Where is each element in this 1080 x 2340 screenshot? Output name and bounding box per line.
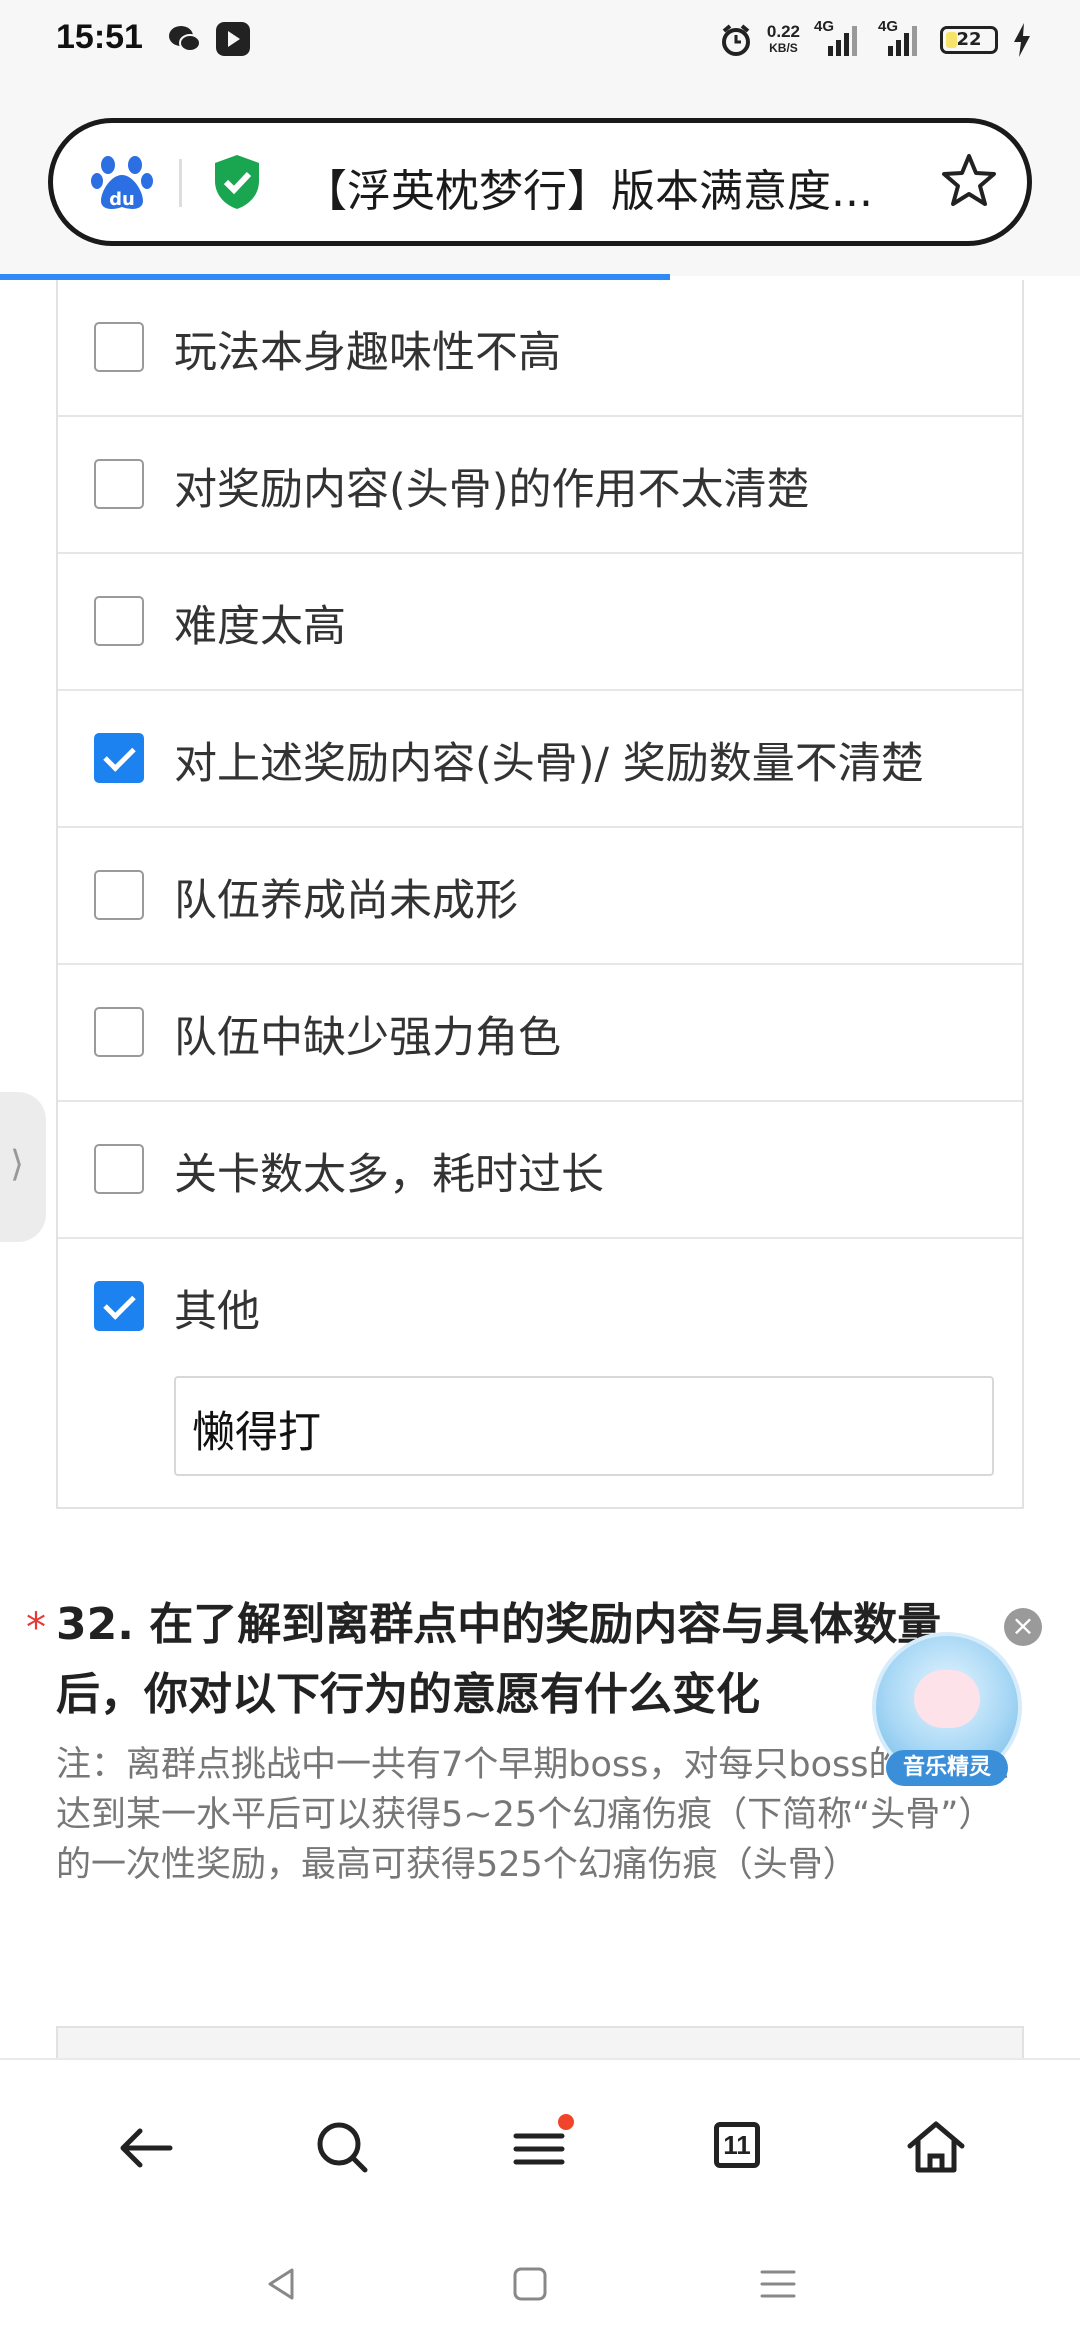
wechat-icon <box>169 26 201 52</box>
tabs-count: 11 <box>714 2122 760 2168</box>
option-row[interactable]: 对奖励内容(头骨)的作用不太清楚 <box>58 417 1022 554</box>
option-label: 其他 <box>174 1287 260 1337</box>
question-note: 注：离群点挑战中一共有7个早期boss，对每只boss的讨伐值达到某一水平后可以… <box>56 1745 1009 1885</box>
nav-recents-icon[interactable] <box>758 2264 798 2304</box>
status-bar: 15:51 0.22 KB/S 4G 4G 22 <box>0 0 1080 80</box>
menu-button[interactable] <box>500 2108 580 2188</box>
search-icon[interactable] <box>303 2108 383 2188</box>
side-drawer-handle[interactable]: ⟩ <box>0 1092 46 1242</box>
option-label: 队伍中缺少强力角色 <box>174 1013 561 1063</box>
option-row[interactable]: 关卡数太多，耗时过长 <box>58 1102 1022 1239</box>
svg-text:du: du <box>109 189 135 210</box>
nav-home-icon[interactable] <box>510 2264 550 2304</box>
checkbox[interactable] <box>94 459 144 509</box>
option-label: 关卡数太多，耗时过长 <box>174 1150 604 1200</box>
signal-icon-2: 4G <box>874 18 926 60</box>
notification-dot <box>558 2114 574 2130</box>
back-arrow-icon[interactable] <box>106 2108 186 2188</box>
required-mark: * <box>26 1605 46 1651</box>
nav-back-icon[interactable] <box>262 2264 302 2304</box>
music-sprite-label[interactable]: 音乐精灵 <box>886 1750 1008 1786</box>
browser-toolbar: 11 <box>0 2058 1080 2230</box>
home-icon[interactable] <box>896 2108 976 2188</box>
survey-content: 玩法本身趣味性不高 对奖励内容(头骨)的作用不太清楚 难度太高 对上述奖励内容(… <box>0 280 1080 2060</box>
pill-divider <box>179 159 182 207</box>
signal-icon: 4G <box>814 18 860 60</box>
system-nav-bar <box>0 2228 1080 2340</box>
clock: 15:51 <box>56 18 143 56</box>
checkbox-checked[interactable] <box>94 733 144 783</box>
checkbox[interactable] <box>94 870 144 920</box>
option-row[interactable]: 难度太高 <box>58 554 1022 691</box>
tiktok-icon <box>216 22 250 56</box>
page-title: 【浮英枕梦行】版本满意度... <box>303 166 873 217</box>
option-row[interactable]: 队伍养成尚未成形 <box>58 828 1022 965</box>
checkbox[interactable] <box>94 596 144 646</box>
checkbox-checked[interactable] <box>94 1281 144 1331</box>
battery-icon: 22 <box>940 26 998 54</box>
alarm-icon <box>721 24 750 56</box>
tabs-button[interactable]: 11 <box>700 2108 780 2188</box>
checkbox[interactable] <box>94 1144 144 1194</box>
close-icon[interactable]: × <box>1004 1608 1042 1646</box>
charging-icon <box>1014 23 1030 57</box>
chevron-right-icon: ⟩ <box>10 1144 25 1185</box>
option-label: 对奖励内容(头骨)的作用不太清楚 <box>174 465 810 515</box>
music-sprite-avatar <box>914 1670 980 1728</box>
baidu-logo-icon: du <box>91 156 153 210</box>
options-group: 玩法本身趣味性不高 对奖励内容(头骨)的作用不太清楚 难度太高 对上述奖励内容(… <box>56 280 1024 1509</box>
browser-address-bar: du 【浮英枕梦行】版本满意度... <box>0 80 1080 276</box>
option-row-other[interactable]: 其他 懒得打 <box>58 1239 1022 1507</box>
option-row[interactable]: 队伍中缺少强力角色 <box>58 965 1022 1102</box>
secure-shield-icon <box>215 155 259 209</box>
option-label: 玩法本身趣味性不高 <box>174 328 561 378</box>
checkbox[interactable] <box>94 322 144 372</box>
option-label: 难度太高 <box>174 602 346 652</box>
option-label: 对上述奖励内容(头骨)/ 奖励数量不清楚 <box>174 739 924 789</box>
checkbox[interactable] <box>94 1007 144 1057</box>
url-pill[interactable]: du 【浮英枕梦行】版本满意度... <box>48 118 1032 246</box>
star-bookmark-icon[interactable] <box>939 151 999 211</box>
option-label: 队伍养成尚未成形 <box>174 876 518 926</box>
next-question-box <box>56 2026 1024 2060</box>
option-row[interactable]: 玩法本身趣味性不高 <box>58 280 1022 417</box>
option-row[interactable]: 对上述奖励内容(头骨)/ 奖励数量不清楚 <box>58 691 1022 828</box>
network-speed: 0.22 KB/S <box>766 22 800 55</box>
other-text-input[interactable]: 懒得打 <box>174 1376 994 1476</box>
